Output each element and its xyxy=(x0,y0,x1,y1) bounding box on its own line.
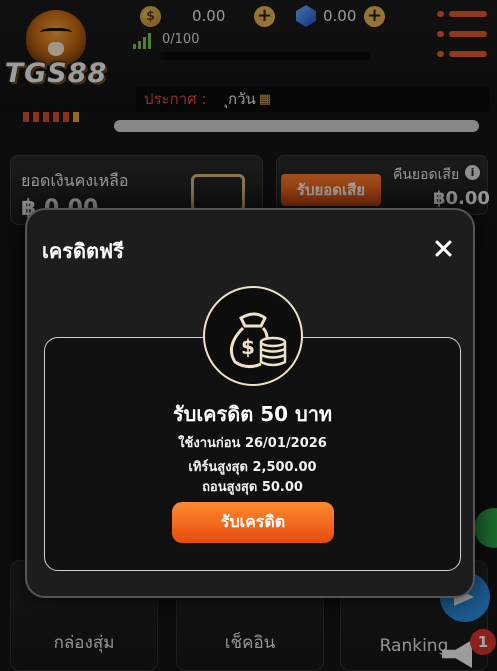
svg-text:$: $ xyxy=(241,335,255,359)
close-icon[interactable] xyxy=(427,232,459,264)
promo-max-turnover: เทิร์นสูงสุด 2,500.00 xyxy=(188,460,317,475)
modal-title: เครดิตฟรี xyxy=(42,239,124,263)
promo-max-withdraw: ถอนสูงสุด 50.00 xyxy=(202,480,303,495)
money-bag-icon: $ xyxy=(203,286,303,386)
promo-expiry: ใช้งานก่อน 26/01/2026 xyxy=(178,436,327,451)
free-credit-modal: เครดิตฟรี รับเครดิต 50 บาท ใช้งานก่อน 26… xyxy=(25,208,475,598)
claim-credit-button[interactable]: รับเครดิต xyxy=(172,502,334,543)
money-bag-svg: $ xyxy=(229,312,287,369)
promo-title: รับเครดิต 50 บาท xyxy=(172,402,333,426)
